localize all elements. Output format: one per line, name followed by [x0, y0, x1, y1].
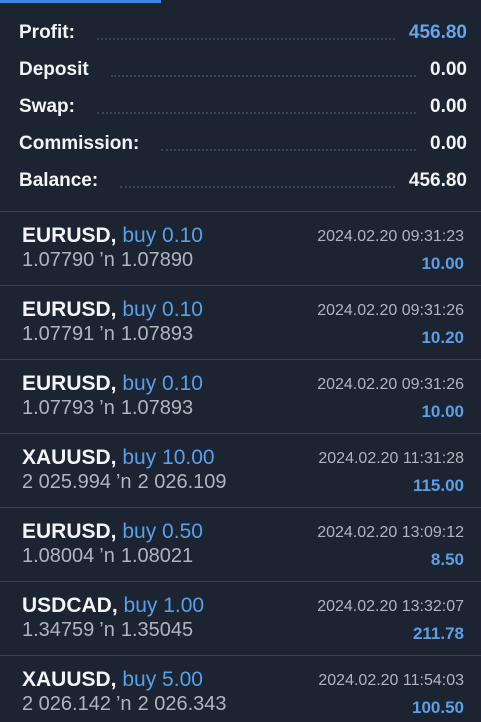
trade-prices: 1.08004’n 1.08021: [22, 545, 193, 568]
trade-title: EURUSD, buy 0.10: [22, 372, 203, 396]
price-arrow: ’n: [99, 323, 115, 345]
price-arrow: ’n: [99, 619, 115, 641]
summary-row-balance: Balance: 456.80: [0, 162, 481, 199]
price-arrow: ’n: [115, 693, 132, 715]
open-price: 1.34759: [22, 619, 95, 641]
open-price: 1.07793: [22, 397, 95, 419]
trade-symbol: USDCAD,: [22, 594, 118, 617]
history-screen: Profit: 456.80 Deposit 0.00 Swap: 0.00 C…: [0, 0, 481, 722]
close-price: 1.35045: [120, 619, 194, 641]
trade-title: EURUSD, buy 0.10: [22, 298, 203, 322]
dotted-leader: [110, 74, 417, 77]
trade-symbol: EURUSD,: [22, 520, 117, 543]
trade-prices: 1.34759’n 1.35045: [22, 619, 193, 642]
trade-profit: 211.78: [412, 624, 464, 643]
trade-row[interactable]: EURUSD, buy 0.10 1.07791’n 1.07893 2024.0…: [0, 286, 481, 360]
trade-title: XAUUSD, buy 5.00: [22, 668, 203, 692]
close-price: 1.07890: [120, 249, 194, 271]
trade-time: 2024.02.20 13:09:12: [317, 524, 464, 541]
trade-time: 2024.02.20 11:54:03: [318, 672, 464, 689]
commission-value: 0.00: [430, 132, 467, 154]
close-price: 1.07893: [120, 323, 194, 345]
swap-label: Swap:: [19, 95, 75, 117]
trade-row[interactable]: EURUSD, buy 0.10 1.07790’n 1.07890 2024.0…: [0, 212, 481, 286]
trade-time: 2024.02.20 13:32:07: [317, 598, 464, 615]
trade-title: EURUSD, buy 0.10: [22, 224, 203, 248]
profit-label: Profit:: [19, 21, 75, 43]
trade-symbol: XAUUSD,: [22, 446, 117, 469]
trade-side: buy 0.50: [122, 520, 203, 543]
balance-label: Balance:: [19, 169, 99, 191]
trade-row[interactable]: XAUUSD, buy 10.00 2 025.994’n 2 026.109 2…: [0, 434, 481, 508]
swap-value: 0.00: [430, 95, 467, 117]
trade-profit: 10.20: [421, 328, 464, 347]
trade-list: EURUSD, buy 0.10 1.07790’n 1.07890 2024.0…: [0, 212, 481, 722]
trade-prices: 1.07793’n 1.07893: [22, 397, 193, 420]
balance-value: 456.80: [408, 169, 467, 191]
trade-side: buy 0.10: [122, 372, 203, 395]
active-tab-indicator: [0, 0, 161, 3]
dotted-leader: [161, 148, 417, 151]
deposit-value: 0.00: [430, 58, 467, 80]
trade-time: 2024.02.20 11:31:28: [318, 450, 464, 467]
trade-profit: 115.00: [412, 476, 464, 495]
trade-row[interactable]: USDCAD, buy 1.00 1.34759’n 1.35045 2024.0…: [0, 582, 481, 656]
trade-row[interactable]: XAUUSD, buy 5.00 2 026.142’n 2 026.343 20…: [0, 656, 481, 722]
price-arrow: ’n: [99, 249, 115, 271]
summary-row-commission: Commission: 0.00: [0, 125, 481, 162]
trade-row[interactable]: EURUSD, buy 0.50 1.08004’n 1.08021 2024.0…: [0, 508, 481, 582]
trade-side: buy 0.10: [122, 298, 203, 321]
profit-value: 456.80: [408, 21, 467, 43]
dotted-leader: [96, 111, 417, 114]
trade-title: EURUSD, buy 0.50: [22, 520, 203, 544]
trade-profit: 100.50: [412, 698, 464, 717]
trade-time: 2024.02.20 09:31:26: [317, 376, 464, 393]
trade-title: XAUUSD, buy 10.00: [22, 446, 215, 470]
trade-profit: 10.00: [421, 254, 464, 273]
trade-side: buy 5.00: [122, 668, 203, 691]
close-price: 1.07893: [120, 397, 194, 419]
close-price: 1.08021: [120, 545, 194, 567]
price-arrow: ’n: [99, 397, 115, 419]
deposit-label: Deposit: [19, 58, 89, 80]
summary-row-deposit: Deposit 0.00: [0, 51, 481, 88]
summary-row-profit: Profit: 456.80: [0, 14, 481, 51]
trade-prices: 2 026.142’n 2 026.343: [22, 693, 227, 716]
price-arrow: ’n: [99, 545, 115, 567]
trade-prices: 1.07791’n 1.07893: [22, 323, 193, 346]
price-arrow: ’n: [115, 471, 132, 493]
open-price: 1.08004: [22, 545, 95, 567]
account-summary: Profit: 456.80 Deposit 0.00 Swap: 0.00 C…: [0, 14, 481, 199]
close-price: 2 026.343: [137, 693, 227, 715]
open-price: 2 025.994: [22, 471, 111, 493]
trade-symbol: EURUSD,: [22, 372, 117, 395]
dotted-leader: [120, 185, 395, 188]
trade-title: USDCAD, buy 1.00: [22, 594, 204, 618]
trade-prices: 2 025.994’n 2 026.109: [22, 471, 227, 494]
trade-symbol: EURUSD,: [22, 298, 117, 321]
trade-time: 2024.02.20 09:31:23: [317, 228, 464, 245]
trade-profit: 8.50: [430, 550, 464, 569]
trade-row[interactable]: EURUSD, buy 0.10 1.07793’n 1.07893 2024.0…: [0, 360, 481, 434]
open-price: 1.07791: [22, 323, 95, 345]
open-price: 1.07790: [22, 249, 95, 271]
trade-side: buy 10.00: [122, 446, 215, 469]
trade-profit: 10.00: [421, 402, 464, 421]
trade-prices: 1.07790’n 1.07890: [22, 249, 193, 272]
dotted-leader: [96, 37, 395, 40]
trade-side: buy 0.10: [122, 224, 203, 247]
trade-time: 2024.02.20 09:31:26: [317, 302, 464, 319]
open-price: 2 026.142: [22, 693, 111, 715]
trade-symbol: XAUUSD,: [22, 668, 117, 691]
close-price: 2 026.109: [137, 471, 227, 493]
trade-side: buy 1.00: [123, 594, 205, 617]
trade-symbol: EURUSD,: [22, 224, 117, 247]
summary-row-swap: Swap: 0.00: [0, 88, 481, 125]
commission-label: Commission:: [19, 132, 140, 154]
